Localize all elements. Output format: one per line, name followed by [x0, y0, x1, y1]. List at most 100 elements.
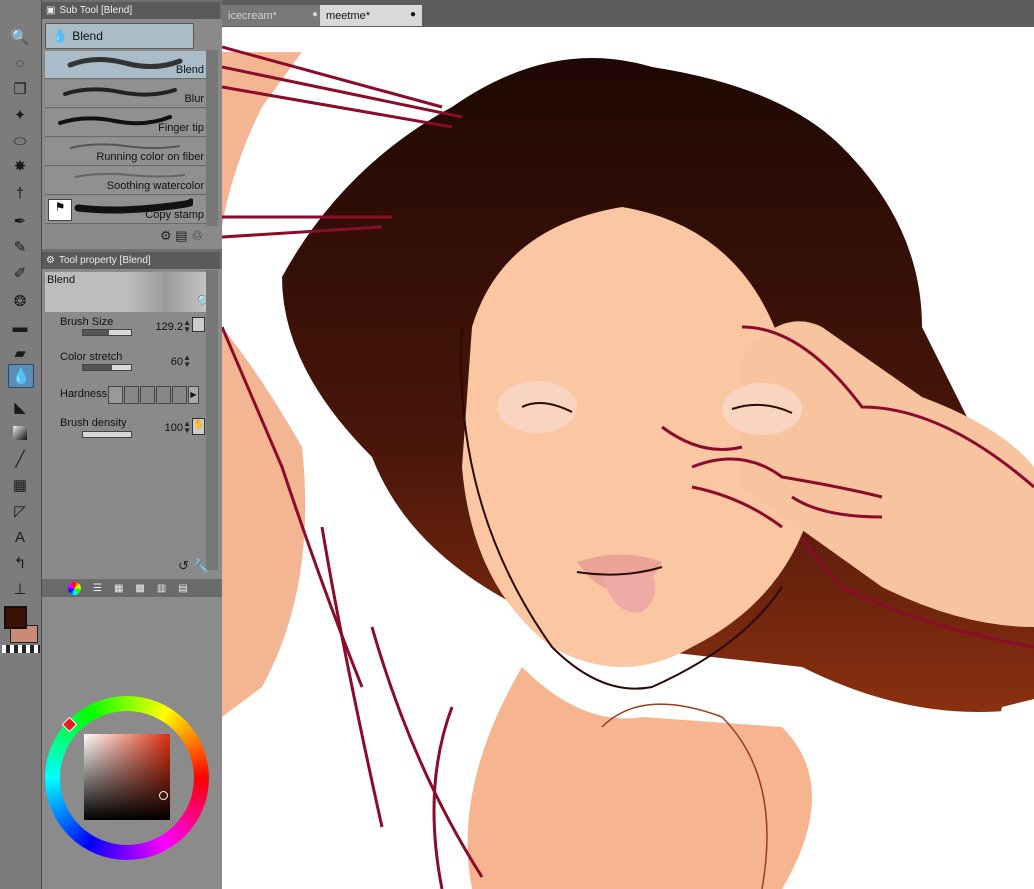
tab-label: icecream* [228, 9, 277, 22]
brush-stroke-preview [67, 57, 183, 69]
spinner-icon[interactable]: ▲ ▼ [183, 354, 191, 369]
ellipse-select-icon[interactable]: ⬭ [8, 130, 32, 152]
tab-icecream[interactable]: icecream* ● [222, 5, 324, 26]
blend-icon[interactable]: 💧 [8, 364, 34, 388]
main-color-chip[interactable] [4, 606, 27, 629]
tool-property-title: Tool property [Blend] [58, 255, 151, 266]
pressure-toggle-icon[interactable] [192, 317, 205, 332]
color-history-tab-icon[interactable]: ▤ [178, 583, 187, 594]
text-icon[interactable]: A [8, 526, 32, 548]
color-set-tab-icon[interactable]: ▦ [114, 583, 123, 594]
tool-property-scrollbar[interactable] [206, 270, 218, 570]
document-tabbar: icecream* ● meetme* ● [222, 0, 1034, 27]
brush-size-value[interactable]: 129.2 [155, 321, 183, 333]
property-name: Brush Size [60, 316, 114, 328]
gradient-icon[interactable] [8, 422, 32, 444]
subtool-item-label: Blur [184, 93, 204, 105]
brush-density-value[interactable]: 100 [165, 422, 183, 434]
color-wheel-tab-icon[interactable] [68, 582, 81, 595]
subtool-item[interactable]: Blur [45, 80, 206, 108]
spinner-icon[interactable]: ▲ ▼ [183, 420, 191, 435]
balloon-icon[interactable]: ↰ [8, 552, 32, 574]
hardness-row: Hardness ▶ [45, 380, 205, 412]
drawing-canvas[interactable] [222, 27, 1034, 889]
brush-icon[interactable]: ✐ [8, 262, 32, 284]
hardness-selector[interactable]: ▶ [108, 386, 199, 404]
stamp-icon: ⚑ [48, 199, 72, 221]
subtool-item-label: Finger tip [158, 122, 204, 134]
brush-stroke-preview [58, 115, 172, 126]
property-name: Color stretch [60, 351, 123, 363]
correct-line-icon[interactable]: ⊥ [8, 578, 32, 600]
pen-icon[interactable]: ✒ [8, 210, 32, 232]
transparent-color-chip[interactable] [2, 645, 40, 653]
tool-property-header: ⚙ Tool property [Blend] [42, 252, 220, 269]
subtool-panel-header: ▣ Sub Tool [Blend] [42, 2, 220, 19]
subtool-item-label: Soothing watercolor [106, 180, 204, 192]
brush-preview: Blend 🔍 [45, 272, 217, 312]
spinner-icon[interactable]: ▲ ▼ [183, 319, 191, 334]
tab-label: meetme* [326, 9, 371, 22]
delete-subtool-icon[interactable]: ♲ [191, 228, 203, 243]
intermediate-color-tab-icon[interactable]: ▩ [135, 583, 144, 594]
subtool-item-label: Running color on fiber [96, 151, 204, 163]
subtool-item[interactable]: Finger tip [45, 109, 206, 137]
line-icon[interactable]: ╱ [8, 448, 32, 470]
color-slider-tab-icon[interactable]: ☰ [93, 583, 102, 594]
copy-subtool-icon[interactable]: ▤ [175, 228, 187, 243]
color-panel-header: ☰ ▦ ▩ ▥ ▤ [42, 580, 220, 597]
subtool-group-button[interactable]: 💧 Blend [45, 23, 194, 49]
ruler-icon[interactable]: ◸ [8, 500, 32, 522]
eraser-icon[interactable]: ▰ [8, 342, 32, 364]
brush-preview-label: Blend [47, 274, 76, 286]
brush-density-slider[interactable] [82, 431, 132, 438]
brush-size-row: Brush Size 129.2 ▲ ▼ [45, 312, 205, 344]
subtool-item[interactable]: Blend [45, 51, 206, 79]
subtool-item[interactable]: Soothing watercolor [45, 167, 206, 195]
subtool-item[interactable]: ⚑ Copy stamp [45, 196, 206, 224]
property-name: Brush density [60, 417, 127, 429]
color-stretch-slider[interactable] [82, 364, 132, 371]
brush-size-slider[interactable] [82, 329, 132, 336]
zoom-icon[interactable]: 🔍 [8, 26, 32, 48]
tab-meetme[interactable]: meetme* ● [320, 5, 422, 26]
subtool-item[interactable]: Running color on fiber [45, 138, 206, 166]
eyedropper-icon[interactable]: † [8, 182, 32, 204]
subtool-scrollbar[interactable] [206, 50, 218, 226]
subtool-item-label: Copy stamp [145, 209, 204, 221]
brush-stroke-preview [63, 87, 177, 97]
magic-wand-icon[interactable]: ✸ [8, 155, 32, 177]
wrench-icon[interactable]: 🔧 [193, 558, 209, 573]
subtool-group-label: Blend [72, 29, 103, 43]
property-name: Hardness [60, 388, 108, 400]
brush-density-row: Brush density 100 ▲ ▼ ✋ [45, 413, 205, 445]
tool-toolbar: 🔍 ◌ ❐ ✦ ⬭ ✸ † ✒ ✎ ✐ ❂ ▬ ▰ 💧 ◣ ╱ ▦ ◸ A ↰ … [0, 0, 42, 889]
subtool-item-label: Blend [175, 64, 204, 76]
close-icon[interactable]: ● [410, 9, 416, 20]
expand-icon: ▶ [188, 386, 199, 404]
move-icon[interactable]: ❐ [8, 78, 32, 100]
color-stretch-row: Color stretch 60 ▲ ▼ [45, 347, 205, 379]
subtool-settings-icon[interactable]: ⚙ [160, 228, 172, 243]
pencil-icon[interactable]: ✎ [8, 236, 32, 258]
airbrush-icon[interactable]: ❂ [8, 290, 32, 312]
subtool-grid-icon: ▣ [46, 5, 56, 16]
blend-icon: 💧 [52, 28, 69, 43]
frame-icon[interactable]: ▦ [8, 474, 32, 496]
subtool-panel-actions: ⚙ ▤ ♲ [160, 228, 203, 244]
color-picker-cursor[interactable] [159, 791, 168, 800]
lasso-icon[interactable]: ◌ [8, 52, 32, 74]
fill-icon[interactable]: ◣ [8, 396, 32, 418]
saturation-value-square[interactable] [84, 734, 170, 820]
artwork [222, 45, 1034, 889]
tool-property-footer: ↺ 🔧 [178, 558, 209, 574]
decoration-icon[interactable]: ▬ [8, 316, 32, 338]
pressure-icon[interactable]: ✋ [192, 418, 205, 435]
tool-property-icon: ⚙ [46, 255, 55, 266]
subtool-panel-title: Sub Tool [Blend] [59, 5, 133, 16]
transform-icon[interactable]: ✦ [8, 104, 32, 126]
approximate-color-tab-icon[interactable]: ▥ [157, 583, 166, 594]
close-icon[interactable]: ● [312, 9, 318, 20]
reset-icon[interactable]: ↺ [178, 558, 189, 573]
color-stretch-value[interactable]: 60 [171, 356, 183, 368]
